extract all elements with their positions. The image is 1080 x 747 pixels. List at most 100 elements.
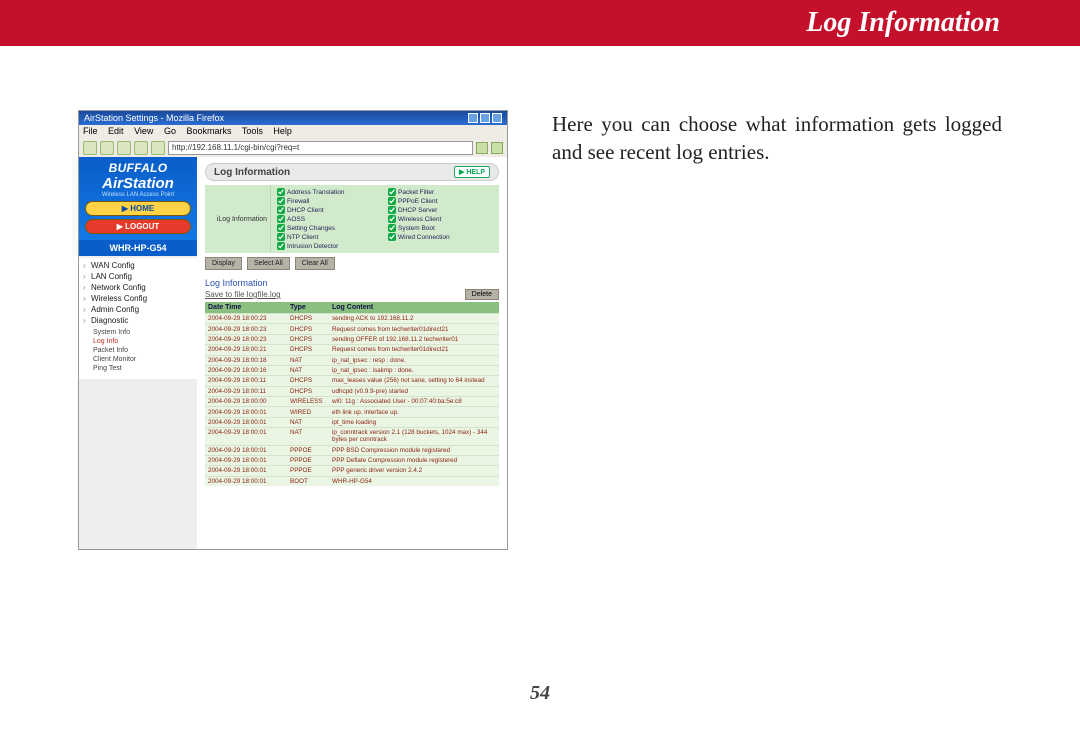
filter-checkbox[interactable]: Wireless Client: [388, 215, 493, 223]
log-row: 2004-09-29 18:00:21 DHCPS Request comes …: [205, 344, 499, 354]
cell-type: DHCPS: [287, 335, 329, 344]
main-panel: Log Information ▶ HELP iLog Information …: [197, 157, 507, 549]
menu-go[interactable]: Go: [164, 126, 176, 136]
brand-buffalo: BUFFALO: [79, 161, 197, 175]
checkbox-icon[interactable]: [277, 206, 285, 214]
cell-content: ip_nat_ipsec : resp : done.: [329, 356, 499, 365]
nav-item[interactable]: ›Network Config: [79, 282, 197, 293]
filter-checkbox[interactable]: Packet Filter: [388, 188, 493, 196]
cell-content: PPP BSD Compression module registered: [329, 446, 499, 455]
filter-checkbox[interactable]: DHCP Client: [277, 206, 382, 214]
filter-checkbox[interactable]: Firewall: [277, 197, 382, 205]
display-button[interactable]: Display: [205, 257, 242, 270]
chevron-right-icon: ›: [83, 283, 91, 292]
menu-edit[interactable]: Edit: [108, 126, 124, 136]
home-icon[interactable]: [151, 141, 165, 155]
nav-subitem[interactable]: Log Info: [93, 337, 197, 346]
col-type: Type: [287, 302, 329, 313]
filter-checkbox[interactable]: Wired Connection: [388, 233, 493, 241]
filter-checkbox[interactable]: PPPoE Client: [388, 197, 493, 205]
cell-type: DHCPS: [287, 314, 329, 323]
window-controls: [468, 113, 502, 123]
maximize-icon[interactable]: [480, 113, 490, 123]
filter-buttons: Display Select All Clear All: [205, 257, 499, 270]
nav-subitem[interactable]: Ping Test: [93, 364, 197, 373]
menu-help[interactable]: Help: [273, 126, 292, 136]
cell-datetime: 2004-09-29 18:00:01: [205, 477, 287, 486]
cell-content: ip_nat_ipsec : isakmp : done.: [329, 366, 499, 375]
cell-datetime: 2004-09-29 18:00:01: [205, 466, 287, 475]
checkbox-icon[interactable]: [388, 188, 396, 196]
cell-type: NAT: [287, 356, 329, 365]
filter-checkbox[interactable]: System Boot: [388, 224, 493, 232]
content-row: AirStation Settings - Mozilla Firefox Fi…: [0, 46, 1080, 550]
nav-item[interactable]: ›Wireless Config: [79, 293, 197, 304]
filter-checkbox[interactable]: Address Translation: [277, 188, 382, 196]
nav-item[interactable]: ›LAN Config: [79, 271, 197, 282]
log-row: 2004-09-29 18:00:01 WIRED eth link up. i…: [205, 406, 499, 416]
header-title: Log Information: [806, 7, 1000, 39]
save-row: Save to file logfile.log Delete: [205, 289, 499, 300]
minimize-icon[interactable]: [468, 113, 478, 123]
go-icon[interactable]: [476, 142, 488, 154]
menu-view[interactable]: View: [134, 126, 153, 136]
nav-item[interactable]: ›WAN Config: [79, 260, 197, 271]
checkbox-icon[interactable]: [388, 233, 396, 241]
delete-button[interactable]: Delete: [465, 289, 499, 300]
reload-icon[interactable]: [117, 141, 131, 155]
filter-checkbox[interactable]: Intrusion Detector: [277, 242, 382, 250]
filter-checkbox[interactable]: NTP Client: [277, 233, 382, 241]
cell-datetime: 2004-09-29 18:00:18: [205, 356, 287, 365]
checkbox-icon[interactable]: [388, 197, 396, 205]
checkbox-icon[interactable]: [388, 206, 396, 214]
stop-icon[interactable]: [134, 141, 148, 155]
checkbox-icon[interactable]: [277, 224, 285, 232]
logout-button[interactable]: ▶ LOGOUT: [85, 219, 191, 234]
log-row: 2004-09-29 18:00:00 WIRELESS wl0: 11g : …: [205, 396, 499, 406]
filter-checkbox[interactable]: Setting Changes: [277, 224, 382, 232]
cell-datetime: 2004-09-29 18:00:23: [205, 335, 287, 344]
menu-bookmarks[interactable]: Bookmarks: [186, 126, 231, 136]
forward-icon[interactable]: [100, 141, 114, 155]
home-button[interactable]: ▶ HOME: [85, 201, 191, 216]
cell-datetime: 2004-09-29 18:00:00: [205, 397, 287, 406]
menu-tools[interactable]: Tools: [242, 126, 263, 136]
back-icon[interactable]: [83, 141, 97, 155]
filter-checkbox[interactable]: DHCP Server: [388, 206, 493, 214]
close-icon[interactable]: [492, 113, 502, 123]
cell-datetime: 2004-09-29 18:00:23: [205, 324, 287, 333]
log-row: 2004-09-29 18:00:01 NAT ipt_time loading: [205, 417, 499, 427]
checkbox-icon[interactable]: [277, 233, 285, 241]
nav-menu: ›WAN Config›LAN Config›Network Config›Wi…: [79, 258, 197, 379]
nav-subitem[interactable]: Client Monitor: [93, 355, 197, 364]
nav-subitem[interactable]: Packet Info: [93, 346, 197, 355]
save-log-link[interactable]: Save to file logfile.log: [205, 290, 281, 299]
cell-content: udhcpd (v0.9.9-pre) started: [329, 387, 499, 396]
nav-subitem[interactable]: System Info: [93, 328, 197, 337]
log-table-header: Date Time Type Log Content: [205, 302, 499, 313]
bookmark-icon[interactable]: [491, 142, 503, 154]
sidebar: BUFFALO AirStation Wireless LAN Access P…: [79, 157, 197, 549]
cell-content: ipt_time loading: [329, 418, 499, 427]
clear-all-button[interactable]: Clear All: [295, 257, 335, 270]
menu-file[interactable]: File: [83, 126, 98, 136]
checkbox-icon[interactable]: [277, 188, 285, 196]
brand-sub: Wireless LAN Access Point: [79, 192, 197, 198]
nav-item[interactable]: ›Diagnostic: [79, 315, 197, 326]
cell-type: NAT: [287, 418, 329, 427]
cell-type: PPPOE: [287, 466, 329, 475]
nav-item[interactable]: ›Admin Config: [79, 304, 197, 315]
help-button[interactable]: ▶ HELP: [454, 166, 490, 178]
checkbox-icon[interactable]: [277, 242, 285, 250]
checkbox-icon[interactable]: [388, 224, 396, 232]
url-bar[interactable]: http://192.168.11.1/cgi-bin/cgi?req=t: [168, 141, 473, 155]
log-row: 2004-09-29 18:00:23 DHCPS sending OFFER …: [205, 334, 499, 344]
cell-content: WHR-HP-G54: [329, 477, 499, 486]
select-all-button[interactable]: Select All: [247, 257, 290, 270]
checkbox-icon[interactable]: [277, 215, 285, 223]
checkbox-icon[interactable]: [277, 197, 285, 205]
window-titlebar: AirStation Settings - Mozilla Firefox: [79, 111, 507, 125]
filter-checkbox[interactable]: AOSS: [277, 215, 382, 223]
checkbox-icon[interactable]: [388, 215, 396, 223]
cell-content: max_leases value (256) not sane, setting…: [329, 376, 499, 385]
